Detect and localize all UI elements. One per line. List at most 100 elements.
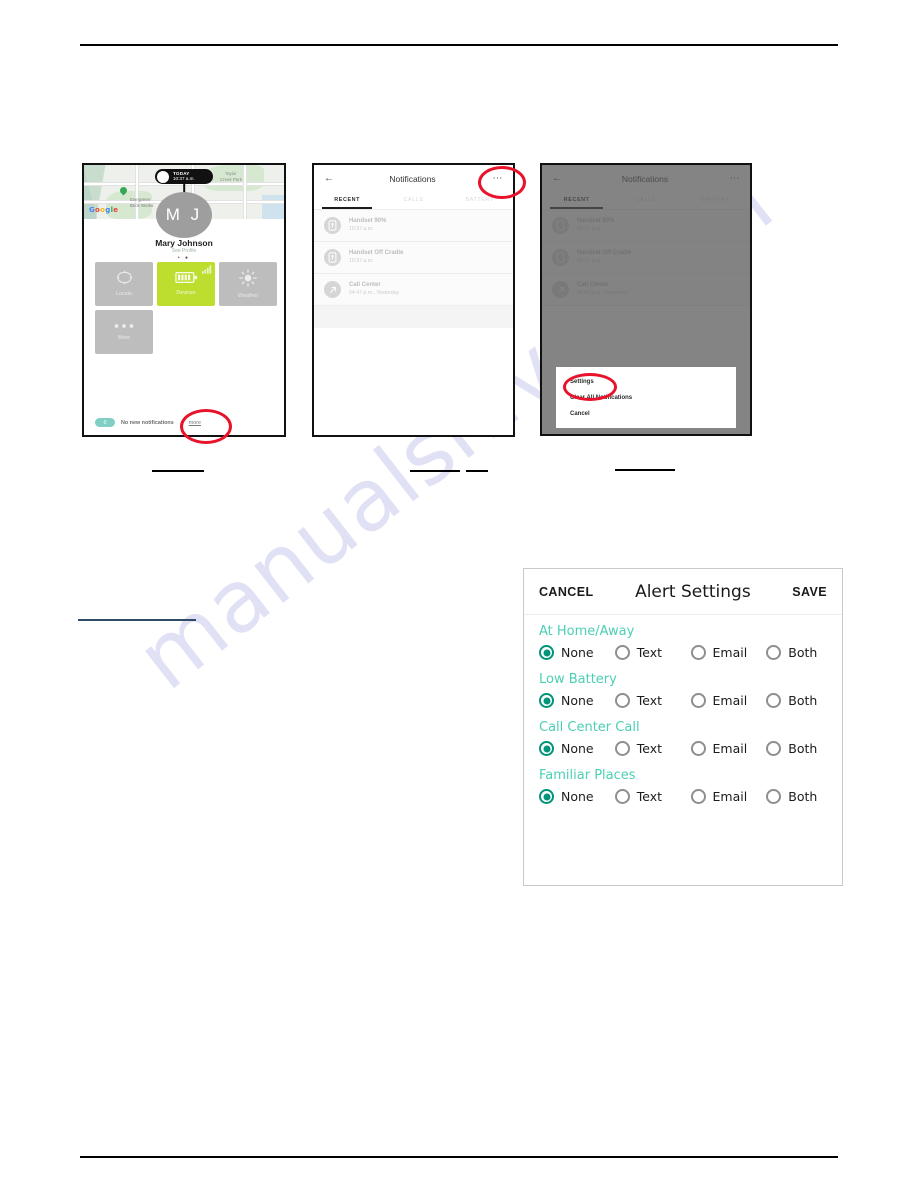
radio-icon[interactable] (614, 645, 630, 660)
page-header-rule (80, 44, 838, 46)
phone-screenshot-notifications: ← Notifications ⋯ RECENT CALLS BATTERY H… (312, 163, 515, 437)
tile-locate[interactable]: Locate (95, 262, 153, 306)
notification-title: Handset Off Cradle (349, 250, 404, 257)
page-title: Notifications (389, 173, 436, 184)
tile-more[interactable]: More (95, 310, 153, 354)
radio-label: None (561, 741, 594, 756)
radio-icon[interactable] (539, 789, 554, 804)
radio-option-both[interactable]: Both (766, 645, 842, 660)
radio-icon[interactable] (539, 693, 554, 708)
radio-icon[interactable] (766, 741, 782, 756)
map-label-brick-works: Brick Works (130, 203, 154, 208)
radio-option-text[interactable]: Text (614, 789, 691, 804)
radio-option-text[interactable]: Text (614, 741, 691, 756)
radio-group: None Text Email Both (524, 642, 842, 668)
menu-item-cancel[interactable]: Cancel (556, 406, 736, 422)
radio-label: Both (788, 789, 818, 804)
list-item[interactable]: Call Center 04:47 p.m., Yesterday (314, 274, 513, 306)
radio-icon[interactable] (766, 693, 782, 708)
redaction-stroke-5 (78, 619, 196, 621)
map-label-taylor: Taylor (225, 171, 237, 176)
tile-label: Locate (115, 291, 133, 298)
radio-option-email[interactable]: Email (690, 693, 767, 708)
radio-icon[interactable] (539, 741, 554, 756)
radio-group: None Text Email Both (524, 786, 842, 812)
map-water (262, 195, 284, 219)
radio-option-none[interactable]: None (539, 741, 615, 756)
redaction-stroke-4 (615, 469, 675, 471)
radio-label: Both (788, 741, 818, 756)
radio-icon[interactable] (614, 789, 630, 804)
home-tile-grid: Locate Devices Weather More (95, 262, 277, 354)
map-label-evergreen: Evergreen (130, 197, 151, 202)
radio-label: Text (636, 693, 663, 708)
redaction-stroke-3 (466, 470, 488, 472)
annotation-oval-settings-item (563, 373, 617, 401)
radio-option-email[interactable]: Email (690, 645, 767, 660)
today-time: 10:37 a.m. (173, 175, 195, 181)
radio-label: Text (636, 741, 663, 756)
tab-calls[interactable]: CALLS (380, 192, 446, 209)
radio-icon[interactable] (690, 741, 706, 756)
page-footer-rule (80, 1156, 838, 1158)
radio-option-text[interactable]: Text (614, 693, 691, 708)
group-title: Familiar Places (539, 768, 636, 783)
radio-icon[interactable] (766, 789, 782, 804)
notification-status-text: No new notifications (121, 419, 174, 426)
see-profile-link[interactable]: See Profile (84, 248, 284, 254)
radio-icon[interactable] (690, 645, 706, 660)
radio-icon[interactable] (690, 693, 706, 708)
battery-icon (174, 271, 198, 286)
radio-icon[interactable] (614, 741, 630, 756)
tile-weather[interactable]: Weather (219, 262, 277, 306)
radio-group: None Text Email Both (524, 738, 842, 764)
radio-icon[interactable] (690, 789, 706, 804)
radio-label: Email (712, 645, 748, 660)
handset-icon (324, 217, 341, 234)
radio-group: None Text Email Both (524, 690, 842, 716)
arrow-left-icon[interactable]: ← (324, 173, 338, 184)
cancel-button[interactable]: CANCEL (539, 585, 593, 599)
avatar[interactable]: M J (156, 192, 212, 238)
list-item[interactable]: Handset 90% 10:37 a.m. (314, 210, 513, 242)
list-bottom-spacer (314, 306, 513, 328)
radio-label: Both (788, 693, 818, 708)
radio-option-email[interactable]: Email (690, 789, 767, 804)
radio-label: None (561, 693, 594, 708)
radio-icon[interactable] (614, 693, 630, 708)
radio-label: Email (712, 789, 748, 804)
radio-option-none[interactable]: None (539, 789, 615, 804)
tile-devices[interactable]: Devices (157, 262, 215, 306)
annotation-oval-overflow-menu (478, 166, 526, 199)
radio-option-none[interactable]: None (539, 693, 615, 708)
group-title: Low Battery (539, 672, 617, 687)
alert-settings-body: At Home/Away None Text Email Both Low Ba… (524, 615, 842, 812)
radio-label: None (561, 645, 594, 660)
radio-option-none[interactable]: None (539, 645, 615, 660)
google-logo: Google (89, 206, 118, 214)
tab-recent[interactable]: RECENT (314, 192, 380, 209)
notification-time: 10:37 a.m. (349, 258, 374, 265)
radio-option-both[interactable]: Both (766, 693, 842, 708)
radio-option-text[interactable]: Text (614, 645, 691, 660)
today-timestamp-pill[interactable]: TODAY 10:37 a.m. (155, 169, 213, 184)
page-title: Alert Settings (635, 581, 751, 602)
list-item[interactable]: Handset Off Cradle 10:37 a.m. (314, 242, 513, 274)
ellipsis-icon (114, 323, 134, 331)
radio-icon[interactable] (766, 645, 782, 660)
redaction-stroke-2 (410, 470, 460, 472)
save-button[interactable]: SAVE (792, 585, 827, 599)
user-name: Mary Johnson (155, 238, 213, 248)
radio-option-email[interactable]: Email (690, 741, 767, 756)
radio-label: Text (636, 645, 663, 660)
radio-label: Both (788, 645, 818, 660)
alert-group-low-battery: Low Battery None Text Email Both (524, 668, 842, 716)
radio-label: None (561, 789, 594, 804)
radio-label: Email (712, 741, 748, 756)
carousel-page-dots[interactable]: • ● (84, 255, 284, 261)
notification-count-badge[interactable]: 0 (95, 418, 115, 427)
radio-option-both[interactable]: Both (766, 741, 842, 756)
radio-option-both[interactable]: Both (766, 789, 842, 804)
signal-icon (202, 265, 212, 274)
radio-icon[interactable] (539, 645, 554, 660)
